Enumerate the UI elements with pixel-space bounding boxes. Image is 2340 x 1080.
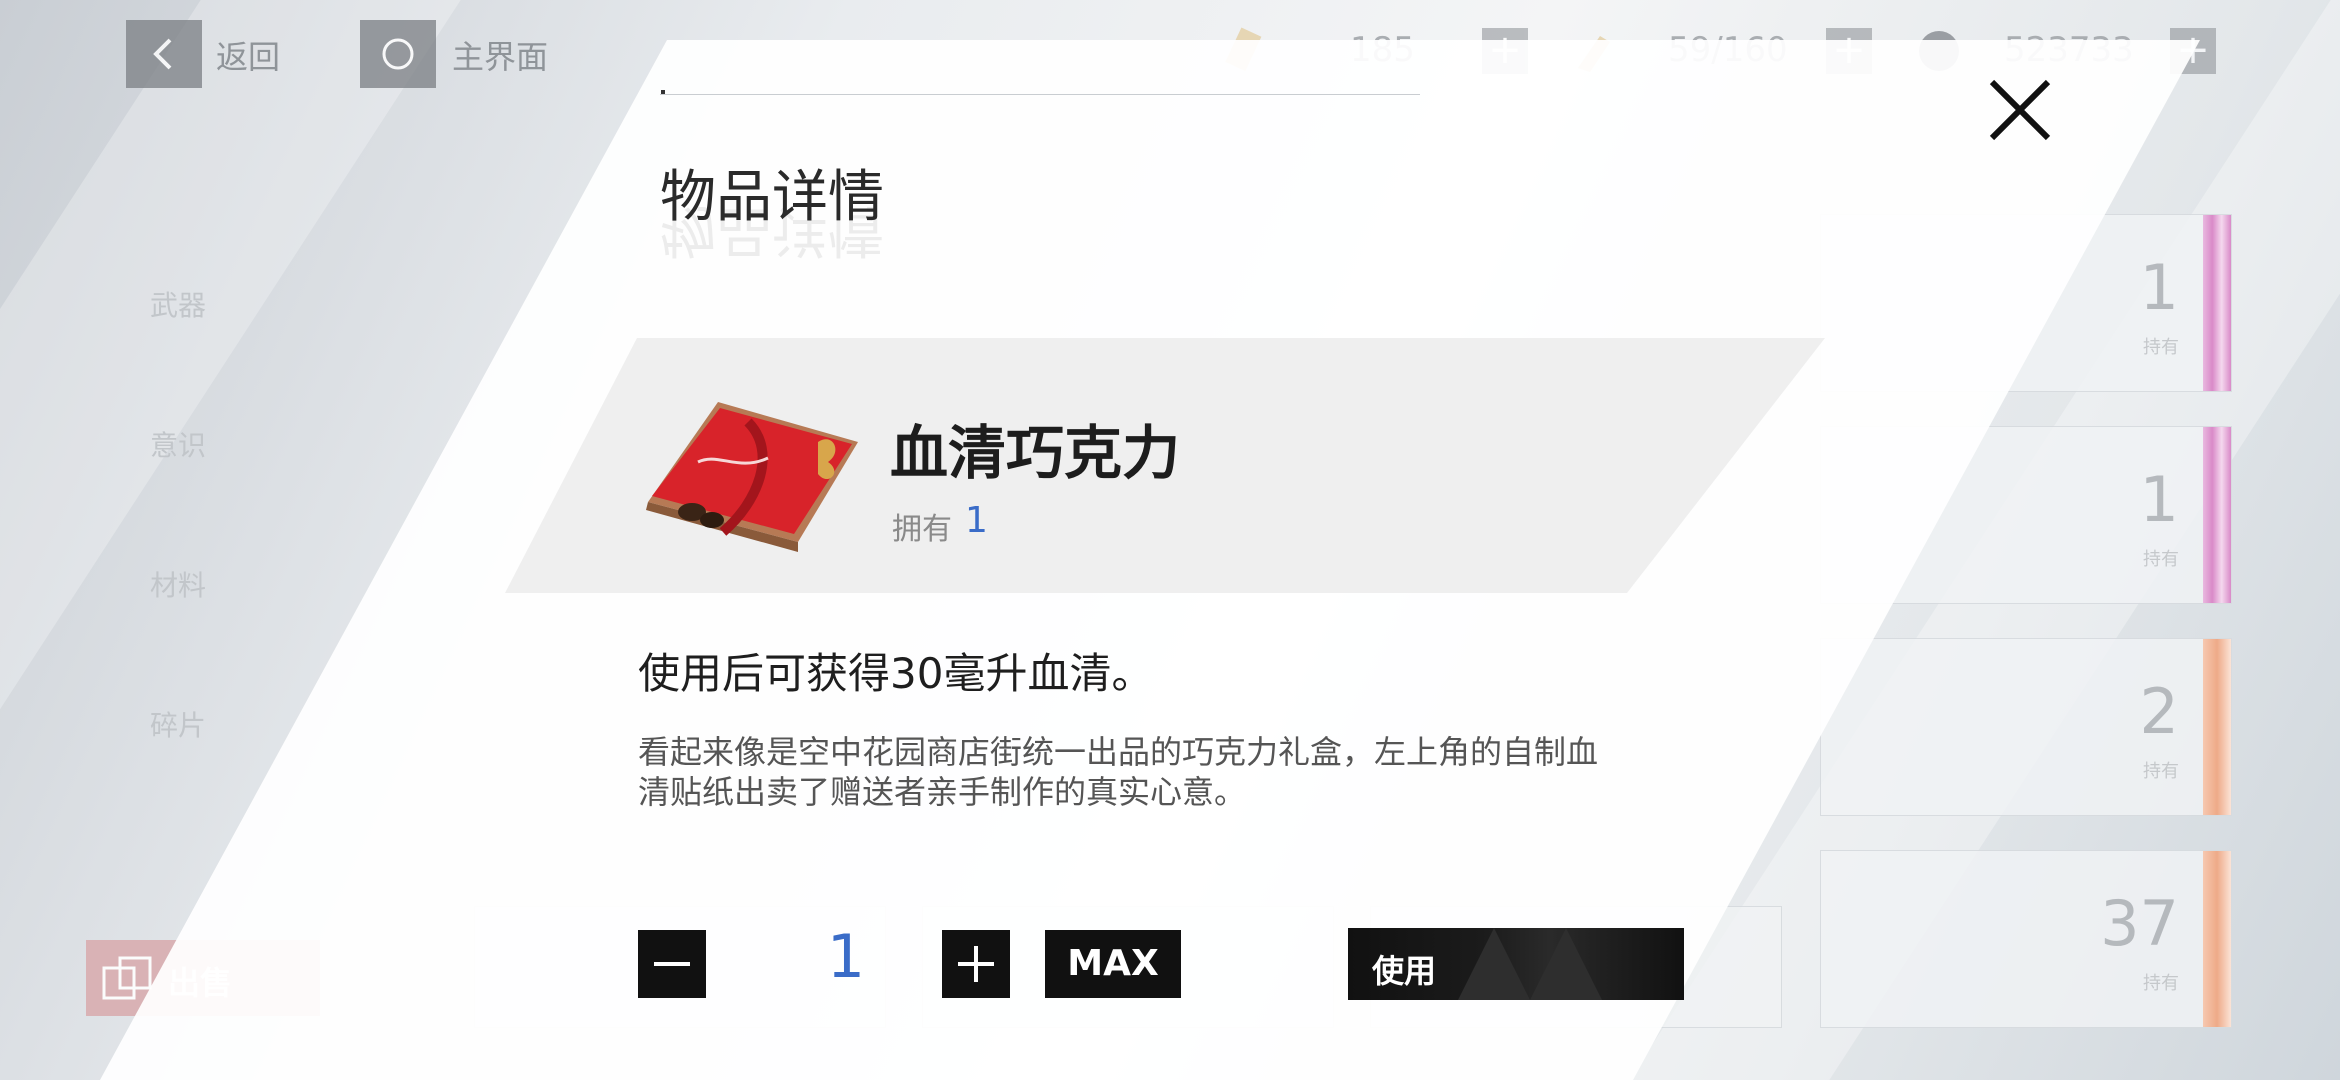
own-count: 1: [965, 500, 988, 541]
item-effect-text: 使用后可获得30毫升血清。: [638, 649, 1154, 698]
quantity-increase-button[interactable]: [942, 930, 1010, 998]
max-button[interactable]: MAX: [1045, 930, 1181, 998]
quantity-decrease-button[interactable]: [638, 930, 706, 998]
item-name: 血清巧克力: [890, 419, 1181, 487]
button-decoration: [1458, 928, 1530, 1000]
own-label: 拥有: [892, 512, 952, 547]
dialog-title-reflection: 物品详情: [660, 197, 884, 262]
item-detail-dialog: 物品详情 物品详情 血清巧克力 拥有 1 使用后可获得30毫升血清。 看起来像是…: [100, 0, 2240, 1080]
quantity-value: 1: [826, 922, 866, 992]
use-button[interactable]: 使用: [1348, 928, 1684, 1000]
use-label: 使用: [1372, 952, 1437, 990]
close-icon[interactable]: [1980, 70, 2060, 150]
item-flavor-text: 看起来像是空中花园商店街统一出品的巧克力礼盒，左上角的自制血清贴纸出卖了赠送者亲…: [638, 733, 1599, 811]
chocolate-box-icon: [646, 402, 858, 552]
title-divider: [660, 94, 1420, 95]
button-decoration: [1530, 928, 1602, 1000]
